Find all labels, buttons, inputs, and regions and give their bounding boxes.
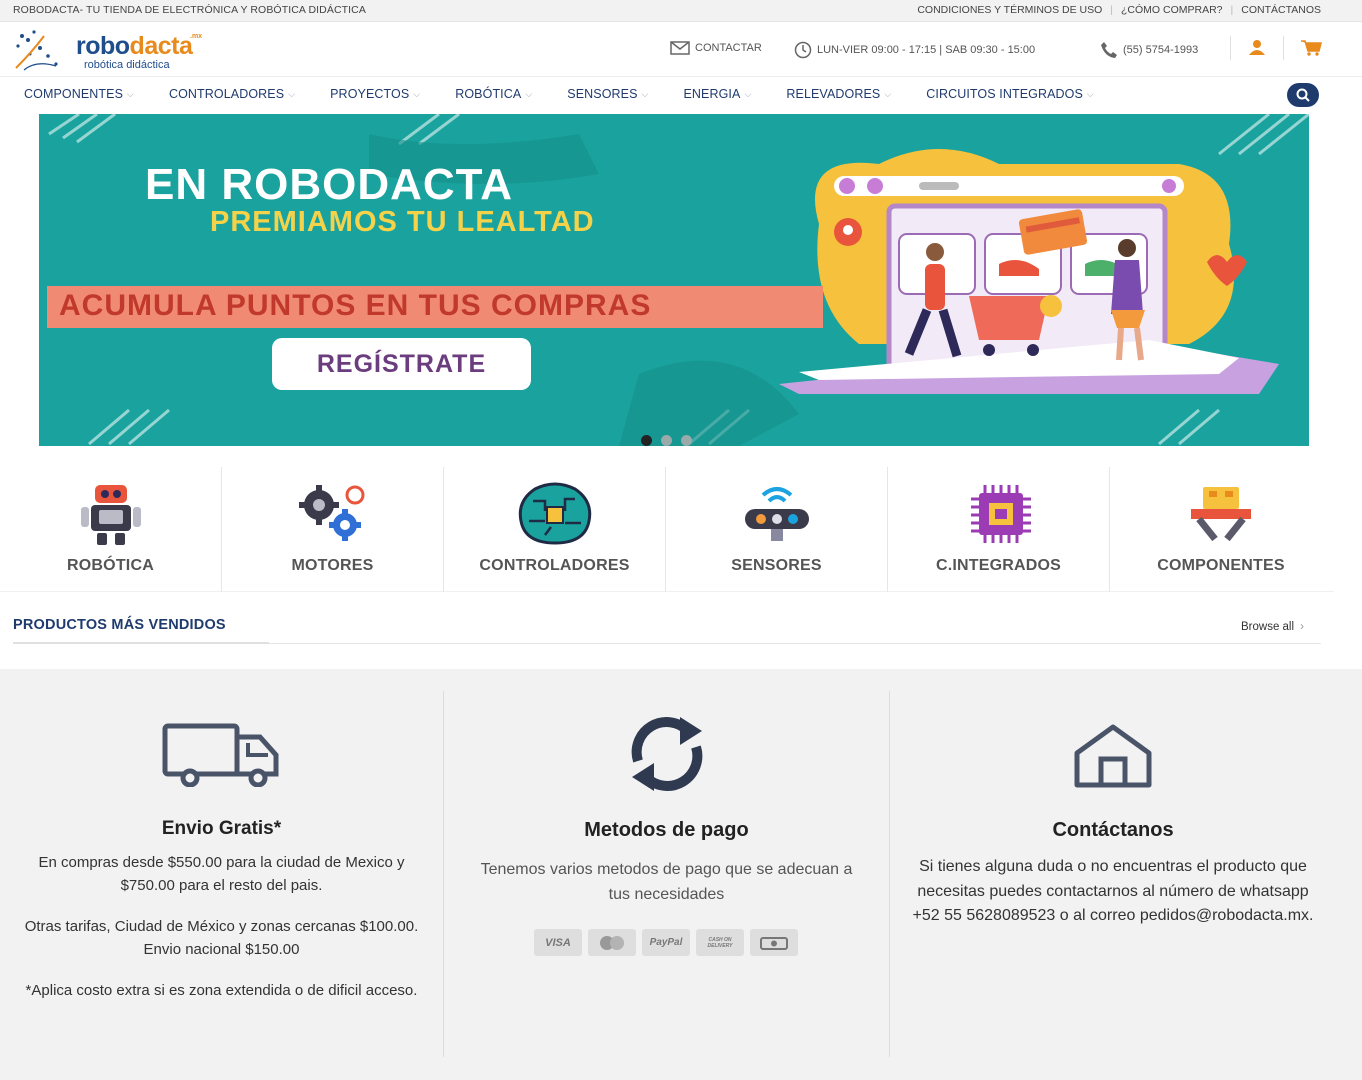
banner-points-strip: ACUMULA PUNTOS EN TUS COMPRAS: [47, 286, 823, 328]
carousel-dot[interactable]: [641, 435, 652, 446]
best-sellers-heading: PRODUCTOS MÁS VENDIDOS: [13, 617, 226, 633]
browse-all-link[interactable]: Browse all ›: [1241, 621, 1304, 633]
chevron-down-icon: ⌵: [641, 88, 649, 99]
chevron-down-icon: ⌵: [127, 88, 134, 99]
truck-icon: [162, 723, 279, 787]
clock-icon: [794, 41, 812, 59]
category-grid: ROBÓTICA MOTORES CONTROLADORES SENSORES …: [0, 467, 1334, 592]
logo-tld: .mx: [190, 33, 203, 40]
category-label: COMPONENTES: [1157, 557, 1285, 574]
chevron-down-icon: ⌵: [413, 88, 421, 99]
category-sensores[interactable]: SENSORES: [666, 467, 888, 592]
terms-link[interactable]: CONDICIONES Y TÉRMINOS DE USO: [917, 4, 1102, 16]
category-label: C.INTEGRADOS: [935, 557, 1062, 574]
phone-number: (55) 5754-1993: [1123, 44, 1199, 56]
visa-badge: VISA: [534, 929, 582, 956]
refresh-icon: [631, 717, 703, 791]
logo-wordmark: robodacta: [76, 32, 193, 60]
feature-text: Si tienes alguna duda o no encuentras el…: [912, 858, 1314, 924]
contact-us-link[interactable]: CONTÁCTANOS: [1241, 4, 1321, 16]
banner-subtitle: PREMIAMOS TU LEALTAD: [210, 206, 595, 238]
feature-title: Envio Gratis*: [161, 818, 282, 839]
nav-item-energia[interactable]: ENERGIA ⌵: [683, 87, 751, 101]
integrated-circuit-icon: [970, 485, 1031, 543]
category-label: SENSORES: [731, 557, 822, 574]
components-icon: [1191, 487, 1251, 542]
nav-item-controladores[interactable]: CONTROLADORES ⌵: [169, 87, 295, 101]
mastercard-badge: [588, 929, 636, 956]
cash-icon: [760, 936, 788, 950]
search-button[interactable]: [1287, 83, 1319, 107]
mail-icon: [670, 41, 690, 55]
cash-on-delivery-badge: CASH ON DELIVERY: [696, 929, 744, 956]
site-logo[interactable]: robodacta .mx robótica didáctica: [12, 26, 212, 76]
feature-text: Tenemos varios metodos de pago que se ad…: [480, 861, 853, 903]
search-icon: [1296, 88, 1310, 102]
category-label: ROBÓTICA: [67, 557, 154, 574]
register-button[interactable]: REGÍSTRATE: [272, 338, 531, 390]
category-c-integrados[interactable]: C.INTEGRADOS: [888, 467, 1110, 592]
nav-item-proyectos[interactable]: PROYECTOS ⌵: [330, 87, 420, 101]
business-hours: LUN-VIER 09:00 - 17:15 | SAB 09:30 - 15:…: [794, 41, 1035, 59]
cart-icon: [1301, 40, 1322, 56]
home-icon: [1074, 724, 1152, 788]
category-label: MOTORES: [291, 557, 374, 574]
robot-icon: [80, 485, 141, 545]
payment-methods: VISA PayPal CASH ON DELIVERY: [534, 929, 798, 956]
nav-item-circuitos-integrados[interactable]: CIRCUITOS INTEGRADOS ⌵: [926, 87, 1094, 101]
carousel-dot[interactable]: [661, 435, 672, 446]
account-button[interactable]: [1248, 39, 1266, 60]
cash-badge: [750, 929, 798, 956]
logo-mark-icon: [15, 30, 58, 71]
user-icon: [1249, 40, 1265, 55]
chevron-down-icon: ⌵: [525, 88, 533, 99]
nav-item-robotica[interactable]: ROBÓTICA ⌵: [455, 87, 532, 101]
feature-text: Otras tarifas, Ciudad de México y zonas …: [24, 918, 419, 958]
chevron-right-icon: ›: [1300, 621, 1304, 633]
nav-item-sensores[interactable]: SENSORES ⌵: [567, 87, 648, 101]
carousel-dots: [641, 435, 692, 446]
top-links: CONDICIONES Y TÉRMINOS DE USO | ¿CÓMO CO…: [917, 4, 1321, 16]
controller-chip-icon: [518, 482, 591, 545]
banner-title: EN ROBODACTA: [145, 160, 514, 209]
feature-contact: Contáctanos Si tienes alguna duda o no e…: [890, 669, 1336, 1080]
site-header: robodacta .mx robótica didáctica CONTACT…: [0, 22, 1362, 76]
nav-item-componentes[interactable]: COMPONENTES ⌵: [24, 87, 134, 101]
top-bar: ROBODACTA- TU TIENDA DE ELECTRÓNICA Y RO…: [0, 0, 1362, 22]
site-tagline: ROBODACTA- TU TIENDA DE ELECTRÓNICA Y RO…: [13, 4, 366, 16]
paypal-badge: PayPal: [642, 929, 690, 956]
feature-shipping: Envio Gratis* En compras desde $550.00 p…: [0, 669, 443, 1080]
hours-text: LUN-VIER 09:00 - 17:15 | SAB 09:30 - 15:…: [817, 44, 1036, 56]
chevron-down-icon: ⌵: [744, 88, 752, 99]
nav-item-relevadores[interactable]: RELEVADORES ⌵: [786, 87, 891, 101]
phone-link[interactable]: (55) 5754-1993: [1100, 41, 1198, 59]
section-divider: [13, 642, 1321, 644]
chevron-down-icon: ⌵: [884, 88, 892, 99]
category-controladores[interactable]: CONTROLADORES: [444, 467, 666, 592]
carousel-dot[interactable]: [681, 435, 692, 446]
contact-label: CONTACTAR: [695, 42, 762, 54]
logo-subtitle: robótica didáctica: [84, 59, 170, 71]
category-motores[interactable]: MOTORES: [222, 467, 444, 592]
feature-text: En compras desde $550.00 para la ciudad …: [38, 854, 405, 894]
main-nav: COMPONENTES ⌵ CONTROLADORES ⌵ PROYECTOS ⌵ R…: [0, 76, 1362, 112]
chevron-down-icon: ⌵: [1086, 88, 1094, 99]
sensor-icon: [744, 487, 809, 541]
mastercard-icon: [600, 935, 624, 950]
phone-icon: [1101, 42, 1117, 58]
cart-button[interactable]: [1300, 39, 1322, 61]
feature-payment: Metodos de pago Tenemos varios metodos d…: [444, 669, 889, 1080]
feature-text: *Aplica costo extra si es zona extendida…: [25, 982, 418, 999]
category-label: CONTROLADORES: [479, 557, 630, 574]
chevron-down-icon: ⌵: [288, 88, 296, 99]
feature-title: Contáctanos: [1052, 819, 1174, 841]
gears-icon: [298, 485, 364, 541]
how-to-buy-link[interactable]: ¿CÓMO COMPRAR?: [1121, 4, 1223, 16]
feature-title: Metodos de pago: [584, 819, 749, 841]
promo-banner[interactable]: EN ROBODACTA PREMIAMOS TU LEALTAD ACUMUL…: [39, 114, 1309, 446]
contact-link[interactable]: CONTACTAR: [670, 41, 762, 55]
category-robotica[interactable]: ROBÓTICA: [0, 467, 222, 592]
category-componentes[interactable]: COMPONENTES: [1110, 467, 1332, 592]
